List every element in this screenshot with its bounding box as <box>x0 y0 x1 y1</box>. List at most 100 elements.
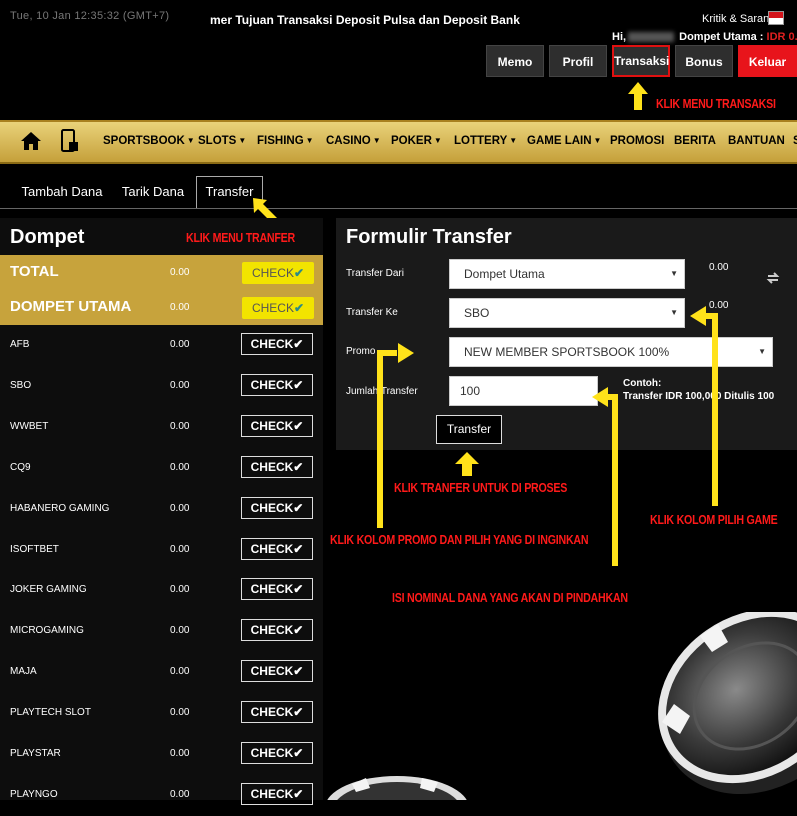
transfer-to-label: Transfer Ke <box>346 307 398 318</box>
check-button-label: CHECK <box>251 266 294 280</box>
wallet-row: PLAYTECH SLOT 0.00 CHECK✔ <box>0 693 323 734</box>
user-balance-line: Hi, Dompet Utama : IDR 0.00 <box>612 31 797 43</box>
wallet-row: PLAYSTAR 0.00 CHECK✔ <box>0 734 323 775</box>
transfer-to-select[interactable]: SBO ▼ <box>449 298 685 328</box>
mobile-icon[interactable] <box>60 128 80 154</box>
memo-button[interactable]: Memo <box>486 45 544 77</box>
check-button[interactable]: CHECK✔ <box>241 660 313 683</box>
language-flag-icon[interactable] <box>768 11 784 25</box>
check-button[interactable]: CHECK✔ <box>241 373 313 396</box>
wallet-row: JOKER GAMING 0.00 CHECK✔ <box>0 570 323 611</box>
wallet-row-value: 0.00 <box>170 302 190 313</box>
check-button[interactable]: CHECK✔ <box>241 455 313 478</box>
home-icon[interactable] <box>20 130 42 152</box>
caret-down-icon: ▼ <box>593 136 602 146</box>
check-button[interactable]: CHECK✔ <box>242 297 314 319</box>
check-button-label: CHECK <box>251 301 294 315</box>
wallet-label: Dompet Utama : <box>679 31 764 43</box>
nav-item-label: LOTTERY <box>454 135 508 147</box>
transfer-submit-button[interactable]: Transfer <box>436 415 502 444</box>
check-button-label: CHECK <box>250 500 294 515</box>
checkmark-icon: ✔ <box>293 500 304 515</box>
nav-item-lottery[interactable]: LOTTERY ▼ <box>454 135 517 147</box>
check-button[interactable]: CHECK✔ <box>241 701 313 724</box>
transaksi-button[interactable]: Transaksi <box>612 45 670 77</box>
check-button[interactable]: CHECK✔ <box>241 619 313 642</box>
wallet-row-name: PLAYSTAR <box>10 748 61 759</box>
nav-item-casino[interactable]: CASINO ▼ <box>326 135 381 147</box>
transfer-from-select[interactable]: Dompet Utama ▼ <box>449 259 685 289</box>
wallet-row-name: MICROGAMING <box>10 625 84 637</box>
transfer-from-value: Dompet Utama <box>464 267 545 281</box>
transfer-form-panel <box>336 218 797 450</box>
annotation-promo: KLIK KOLOM PROMO DAN PILIH YANG DI INGIN… <box>330 532 589 547</box>
wallet-row-value: 0.00 <box>170 543 190 555</box>
keluar-button[interactable]: Keluar <box>738 45 797 77</box>
check-button[interactable]: CHECK✔ <box>241 414 313 437</box>
nav-item-game-lain[interactable]: GAME LAIN ▼ <box>527 135 601 147</box>
checkmark-icon: ✔ <box>293 418 304 433</box>
transfer-to-value: SBO <box>464 306 490 320</box>
nav-item-label: BERITA <box>674 135 716 147</box>
check-button[interactable]: CHECK✔ <box>241 742 313 764</box>
wallet-row-value: 0.00 <box>170 267 190 278</box>
check-button[interactable]: CHECK✔ <box>242 262 314 284</box>
check-button-label: CHECK <box>250 582 294 597</box>
wallet-row-value: 0.00 <box>170 625 190 637</box>
nav-item-label: CASINO <box>326 135 371 147</box>
checkmark-icon: ✔ <box>293 266 305 280</box>
wallet-row-name: AFB <box>10 339 30 350</box>
check-button-label: CHECK <box>250 377 294 392</box>
wallet-row-name: JOKER GAMING <box>10 584 87 596</box>
nav-item-fishing[interactable]: FISHING ▼ <box>257 135 314 147</box>
feedback-link[interactable]: Kritik & Saran <box>702 13 769 25</box>
wallet-row-name: SBO <box>10 379 32 391</box>
nav-item-sportsbook[interactable]: SPORTSBOOK ▼ <box>103 135 195 147</box>
wallet-row: MICROGAMING 0.00 CHECK✔ <box>0 611 323 652</box>
check-button[interactable]: CHECK✔ <box>241 496 313 519</box>
wallet-row: CQ9 0.00 CHECK✔ <box>0 448 323 489</box>
checkmark-icon: ✔ <box>293 705 304 720</box>
nav-item-bantuan[interactable]: BANTUAN <box>728 135 785 147</box>
nav-item-label: PROMOSI <box>610 135 665 147</box>
nav-item-s[interactable]: S <box>793 135 797 147</box>
nav-item-berita[interactable]: BERITA <box>674 135 716 147</box>
check-button-label: CHECK <box>250 337 294 351</box>
check-button[interactable]: CHECK✔ <box>241 537 313 560</box>
tab-divider <box>0 208 797 209</box>
tab-tambah-dana[interactable]: Tambah Dana <box>16 176 108 208</box>
casino-chip-icon <box>658 612 797 795</box>
wallet-row: WWBET 0.00 CHECK✔ <box>0 407 323 448</box>
wallet-row-value: 0.00 <box>170 788 190 800</box>
check-button[interactable]: CHECK✔ <box>241 782 313 805</box>
wallet-row-name: DOMPET UTAMA <box>10 298 132 315</box>
wallet-row-name: WWBET <box>10 420 49 432</box>
check-button-label: CHECK <box>250 418 294 433</box>
annotation-transfer-process: KLIK TRANFER UNTUK DI PROSES <box>394 480 568 495</box>
wallet-row-name: MAJA <box>10 666 37 678</box>
nav-item-poker[interactable]: POKER ▼ <box>391 135 442 147</box>
wallet-row: AFB 0.00 CHECK✔ <box>0 325 323 366</box>
bonus-button[interactable]: Bonus <box>675 45 733 77</box>
check-button[interactable]: CHECK✔ <box>241 333 313 355</box>
checkmark-icon: ✔ <box>293 459 304 474</box>
check-button-label: CHECK <box>250 746 294 760</box>
amount-input[interactable]: 100 <box>449 376 598 406</box>
username-blurred <box>628 32 675 43</box>
profil-button[interactable]: Profil <box>549 45 607 77</box>
wallet-row-name: PLAYTECH SLOT <box>10 707 91 719</box>
chevron-down-icon: ▼ <box>670 269 678 278</box>
swap-icon[interactable] <box>765 270 781 286</box>
nav-item-label: S <box>793 135 797 147</box>
tab-tarik-dana[interactable]: Tarik Dana <box>114 176 192 208</box>
check-button-label: CHECK <box>250 664 294 679</box>
amount-note-line1: Contoh: <box>623 378 662 389</box>
nav-item-slots[interactable]: SLOTS ▼ <box>198 135 246 147</box>
wallet-row: MAJA 0.00 CHECK✔ <box>0 652 323 693</box>
check-button[interactable]: CHECK✔ <box>241 578 313 601</box>
check-button-label: CHECK <box>250 623 294 638</box>
promo-select[interactable]: NEW MEMBER SPORTSBOOK 100% ▼ <box>449 337 773 367</box>
nav-item-promosi[interactable]: PROMOSI <box>610 135 664 147</box>
checkmark-icon: ✔ <box>293 786 304 801</box>
checkmark-icon: ✔ <box>293 301 305 315</box>
